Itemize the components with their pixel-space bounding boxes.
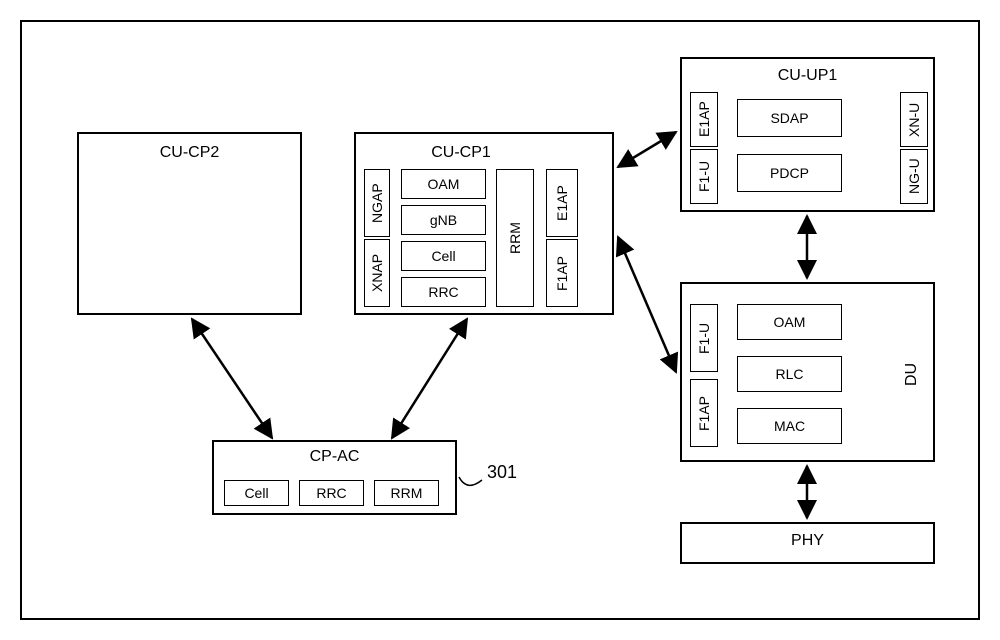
du-oam: OAM [737, 304, 842, 340]
cu-cp1-e1ap: E1AP [546, 169, 578, 237]
annotation-301: 301 [487, 462, 517, 483]
cu-up1-sdap: SDAP [737, 99, 842, 137]
cp-ac-cell: Cell [224, 480, 289, 506]
cu-cp1-title: CU-CP1 [416, 144, 506, 162]
cp-ac-title: CP-AC [214, 448, 455, 466]
cu-cp1-box: CU-CP1 XNAP NGAP OAM gNB Cell RRC RRM E1… [354, 132, 614, 315]
cu-cp2-title: CU-CP2 [79, 144, 300, 162]
phy-title: PHY [682, 532, 933, 550]
du-rlc: RLC [737, 356, 842, 392]
cu-cp1-cell: Cell [401, 241, 486, 271]
du-f1ap: F1AP [690, 379, 718, 447]
cu-up1-ngu: NG-U [900, 149, 928, 204]
cu-cp2-box: CU-CP2 [77, 132, 302, 315]
cu-cp1-xnap: XNAP [364, 239, 390, 307]
cu-up1-title: CU-UP1 [682, 67, 933, 85]
cp-ac-box: CP-AC Cell RRC RRM [212, 440, 457, 515]
cu-cp1-gnb: gNB [401, 205, 486, 235]
du-mac: MAC [737, 408, 842, 444]
cu-cp1-oam: OAM [401, 169, 486, 199]
du-title: DU [903, 354, 921, 394]
phy-box: PHY [680, 522, 935, 564]
cu-cp1-rrm: RRM [496, 169, 534, 307]
cu-up1-box: CU-UP1 F1-U E1AP SDAP PDCP NG-U XN-U [680, 57, 935, 212]
du-f1u: F1-U [690, 304, 718, 372]
cp-ac-rrc: RRC [299, 480, 364, 506]
cu-cp1-rrc: RRC [401, 277, 486, 307]
cu-up1-f1u: F1-U [690, 149, 718, 204]
cu-cp1-f1ap: F1AP [546, 239, 578, 307]
cp-ac-rrm: RRM [374, 480, 439, 506]
cu-up1-pdcp: PDCP [737, 154, 842, 192]
outer-frame: CU-CP2 CU-CP1 XNAP NGAP OAM gNB Cell RRC… [20, 20, 980, 620]
cu-up1-xnu: XN-U [900, 92, 928, 147]
cu-up1-e1ap: E1AP [690, 92, 718, 147]
du-box: F1AP F1-U OAM RLC MAC DU [680, 282, 935, 462]
cu-cp1-ngap: NGAP [364, 169, 390, 237]
